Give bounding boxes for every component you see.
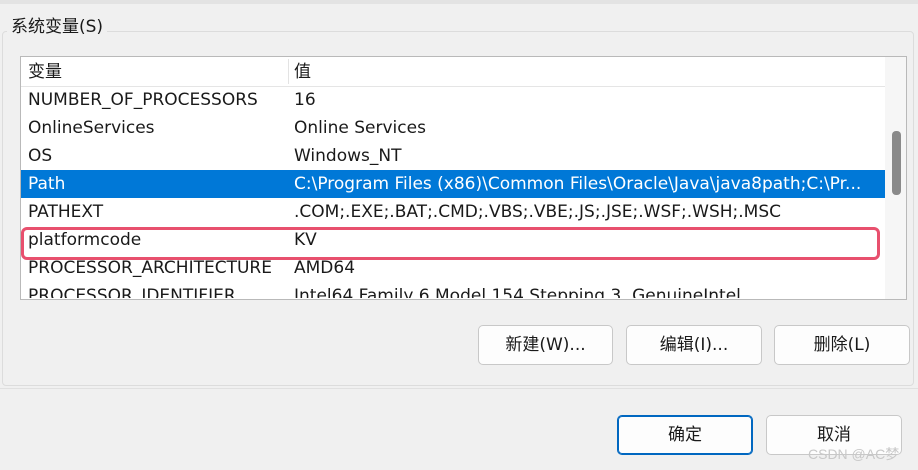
variable-name: NUMBER_OF_PROCESSORS (28, 90, 258, 110)
top-strip (0, 0, 918, 4)
variable-name: PATHEXT (28, 202, 104, 222)
variable-value: Intel64 Family 6 Model 154 Stepping 3, G… (294, 286, 741, 298)
table-row[interactable]: OS Windows_NT (21, 142, 885, 170)
table-row[interactable]: platformcode KV (21, 226, 885, 254)
variable-name: PROCESSOR_ARCHITECTURE (28, 258, 272, 278)
variable-name: PROCESSOR_IDENTIFIER (28, 286, 236, 298)
variable-name: Path (28, 174, 66, 194)
variable-name: OnlineServices (28, 118, 155, 138)
delete-button[interactable]: 删除(L) (774, 325, 910, 365)
table-row[interactable]: PROCESSOR_IDENTIFIER Intel64 Family 6 Mo… (21, 282, 885, 298)
system-variables-list[interactable]: 变量 值 NUMBER_OF_PROCESSORS 16 OnlineServi… (20, 56, 907, 300)
table-row[interactable]: PATHEXT .COM;.EXE;.BAT;.CMD;.VBS;.VBE;.J… (21, 198, 885, 226)
ok-button[interactable]: 确定 (617, 415, 753, 455)
variable-value: C:\Program Files (x86)\Common Files\Orac… (294, 174, 862, 194)
variable-name: platformcode (28, 230, 142, 250)
variable-name: OS (28, 146, 53, 166)
variable-value: 16 (294, 90, 316, 110)
variable-value: Windows_NT (294, 146, 402, 166)
list-rows: NUMBER_OF_PROCESSORS 16 OnlineServices O… (21, 86, 885, 298)
table-row-selected[interactable]: Path C:\Program Files (x86)\Common Files… (21, 170, 885, 198)
variable-value: Online Services (294, 118, 426, 138)
edit-button[interactable]: 编辑(I)... (626, 325, 762, 365)
list-header: 变量 值 (21, 57, 885, 87)
table-row[interactable]: OnlineServices Online Services (21, 114, 885, 142)
column-separator[interactable] (288, 59, 289, 84)
variable-value: KV (294, 230, 317, 250)
table-row[interactable]: PROCESSOR_ARCHITECTURE AMD64 (21, 254, 885, 282)
watermark: CSDN @AC梦 (808, 446, 900, 462)
footer-separator (0, 388, 918, 389)
group-title: 系统变量(S) (7, 17, 108, 37)
scrollbar-thumb[interactable] (892, 131, 901, 195)
column-header-value[interactable]: 值 (294, 57, 311, 86)
variable-value: AMD64 (294, 258, 356, 278)
column-header-variable[interactable]: 变量 (28, 57, 62, 86)
variable-value: .COM;.EXE;.BAT;.CMD;.VBS;.VBE;.JS;.JSE;.… (294, 202, 782, 222)
vertical-scrollbar[interactable] (885, 57, 906, 299)
new-button[interactable]: 新建(W)... (478, 325, 613, 365)
table-row[interactable]: NUMBER_OF_PROCESSORS 16 (21, 86, 885, 114)
